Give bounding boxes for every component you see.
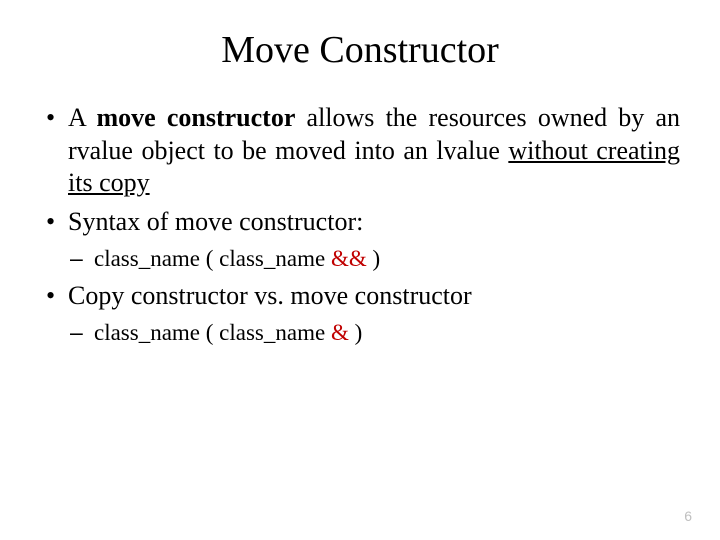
page-number: 6 <box>684 508 692 524</box>
sub-bullet-list-copy: class_name ( class_name & ) <box>40 318 680 348</box>
text-fragment: A <box>68 103 97 132</box>
bullet-list-2: Copy constructor vs. move constructor <box>40 280 680 313</box>
sub-bullet-move-syntax: class_name ( class_name && ) <box>40 244 680 274</box>
slide: Move Constructor A move constructor allo… <box>0 0 720 540</box>
bold-move-constructor: move constructor <box>97 103 296 132</box>
red-amp-amp: && <box>331 246 367 271</box>
slide-title: Move Constructor <box>40 28 680 72</box>
sub-bullet-copy-syntax: class_name ( class_name & ) <box>40 318 680 348</box>
text-fragment: class_name ( class_name <box>94 246 331 271</box>
red-amp: & <box>331 320 349 345</box>
text-fragment: class_name ( class_name <box>94 320 331 345</box>
bullet-list: A move constructor allows the resources … <box>40 102 680 238</box>
sub-bullet-list-syntax: class_name ( class_name && ) <box>40 244 680 274</box>
bullet-syntax-heading: Syntax of move constructor: <box>40 206 680 239</box>
bullet-move-constructor-def: A move constructor allows the resources … <box>40 102 680 200</box>
bullet-copy-vs-move: Copy constructor vs. move constructor <box>40 280 680 313</box>
text-fragment: ) <box>367 246 380 271</box>
text-fragment: ) <box>349 320 362 345</box>
